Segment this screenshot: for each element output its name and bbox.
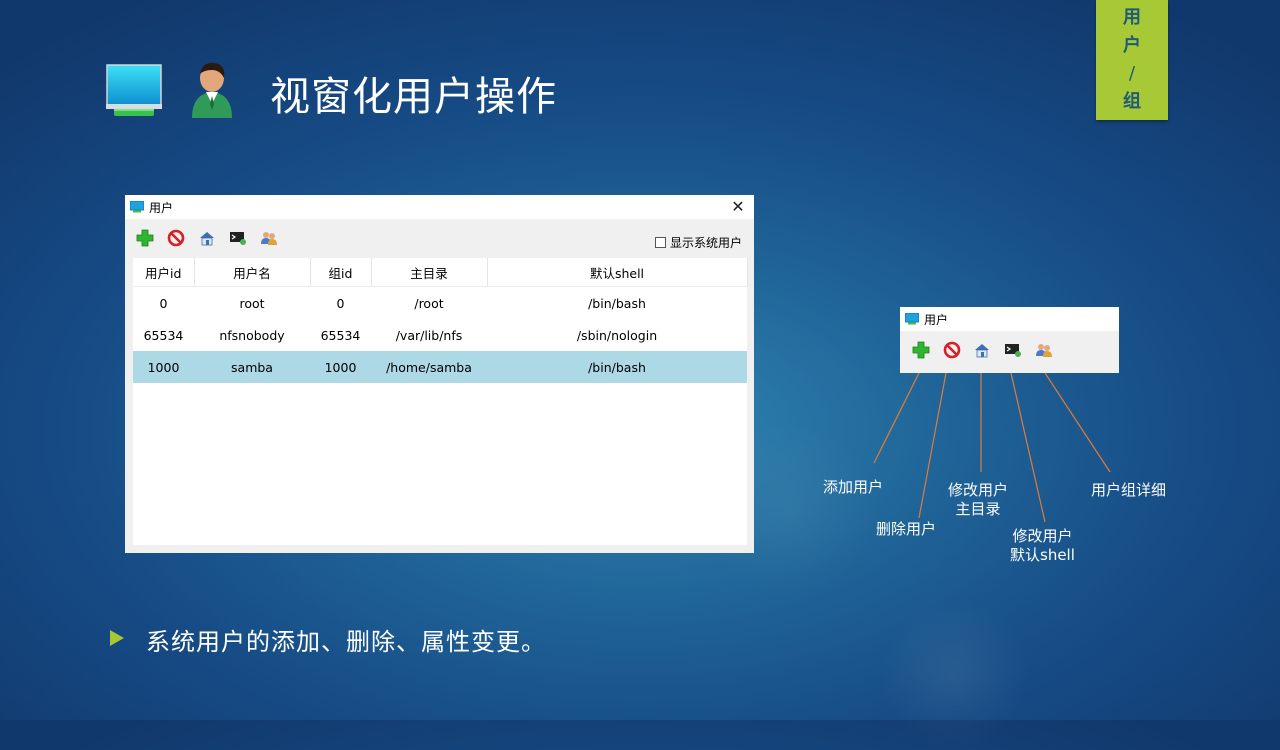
annotation-add-user: 添加用户 — [823, 478, 884, 496]
annotation-line: 默认shell — [1010, 546, 1075, 564]
annotation-line: 修改用户 — [1012, 527, 1073, 545]
callout-lines — [873, 372, 1111, 523]
callout-line-add — [873, 372, 920, 464]
annotation-line: 主目录 — [955, 500, 1001, 518]
annotation-modify-home: 修改用户 主目录 — [948, 481, 1008, 519]
annotation-line: 修改用户 — [948, 481, 1009, 499]
callout-line-group — [1044, 372, 1111, 473]
annotation-group-detail: 用户组详细 — [1091, 481, 1167, 499]
callout-line-shell — [1010, 372, 1046, 523]
annotation-delete-user: 删除用户 — [876, 520, 937, 538]
callout-line-delete — [918, 372, 947, 519]
bullet-marker — [110, 630, 124, 646]
annotation-modify-shell: 修改用户 默认shell — [1010, 527, 1075, 565]
bullet-text: 系统用户的添加、删除、属性变更。 — [146, 628, 546, 656]
